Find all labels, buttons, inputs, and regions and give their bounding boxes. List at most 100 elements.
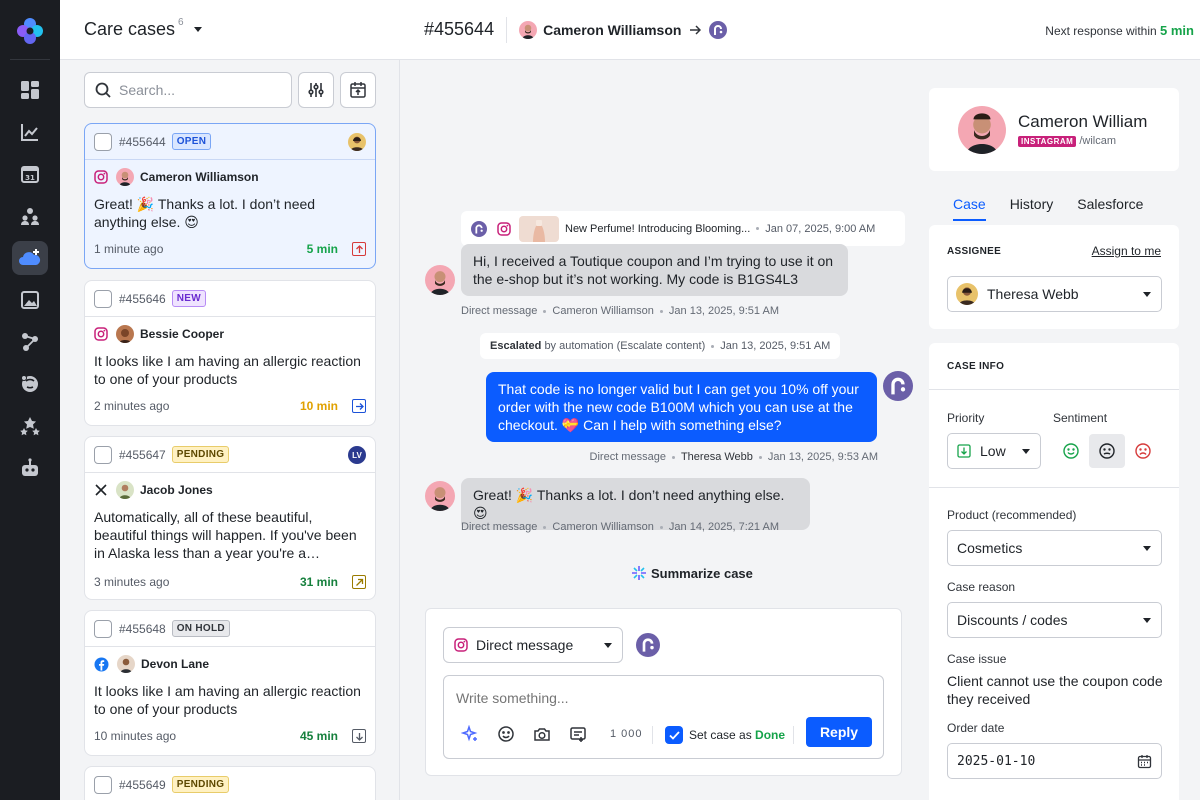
case-card[interactable]: #455644 OPEN Cameron Williamson Great! 🎉… <box>84 123 376 269</box>
app-logo-icon[interactable] <box>16 17 44 45</box>
customer-avatar <box>425 481 455 511</box>
case-id: #455646 <box>119 291 166 306</box>
case-age: 10 minutes ago <box>94 729 177 743</box>
bots-icon[interactable] <box>12 451 48 485</box>
saved-replies-icon[interactable] <box>568 724 588 744</box>
case-card[interactable]: #455648 ON HOLD Devon Lane It looks like… <box>84 610 376 756</box>
channel-select[interactable]: Direct message <box>443 627 623 663</box>
escalation-notice: Escalated by automation (Escalate conten… <box>480 333 841 359</box>
sla-timer: 45 min <box>299 729 338 743</box>
workflows-icon[interactable] <box>12 325 48 359</box>
calendar-icon[interactable] <box>1137 754 1152 769</box>
message-meta: Direct message Theresa Webb Jan 13, 2025, … <box>590 451 878 463</box>
reviews-icon[interactable] <box>12 409 48 443</box>
customer-name: Jacob Jones <box>140 483 213 497</box>
chevron-down-icon[interactable] <box>193 27 202 32</box>
cases-list-panel: Care cases 6 #455644 OPEN Camero <box>60 0 400 800</box>
case-id: #455649 <box>119 777 166 792</box>
case-info-section: CASE INFO Priority Sentiment Low Product… <box>929 343 1179 800</box>
audience-icon[interactable] <box>12 199 48 233</box>
summarize-case-button[interactable]: Summarize case <box>631 565 753 581</box>
cases-list-header: Care cases 6 <box>60 0 400 60</box>
post-reference[interactable]: New Perfume! Introducing Blooming... Jan… <box>461 211 905 246</box>
message-time: Jan 13, 2025, 9:51 AM <box>668 305 779 317</box>
assignee-select[interactable]: Theresa Webb <box>947 276 1162 312</box>
case-age: 2 minutes ago <box>94 399 170 413</box>
media-library-icon[interactable] <box>12 283 48 317</box>
cases-list-title[interactable]: Care cases <box>84 19 175 40</box>
date-sort-button[interactable] <box>340 72 376 108</box>
separator-dot <box>659 309 663 313</box>
separator-dot <box>756 227 760 230</box>
product-select[interactable]: Cosmetics <box>947 530 1162 566</box>
camera-icon[interactable] <box>532 724 552 744</box>
listening-icon[interactable] <box>12 367 48 401</box>
dashboard-icon[interactable] <box>12 73 48 107</box>
message-time: Jan 14, 2025, 7:21 AM <box>668 521 779 533</box>
case-id: #455644 <box>119 134 166 149</box>
search-input[interactable] <box>119 82 279 98</box>
status-badge: PENDING <box>171 446 230 463</box>
case-age: 3 minutes ago <box>94 575 170 589</box>
sentiment-negative-icon[interactable] <box>1125 434 1161 468</box>
case-card[interactable]: #455646 NEW Bessie Cooper It looks like … <box>84 280 376 426</box>
set-done-checkbox[interactable] <box>665 726 683 744</box>
calendar-icon[interactable]: 31 <box>12 157 48 191</box>
case-checkbox[interactable] <box>94 619 112 638</box>
assign-to-me-link[interactable]: Assign to me <box>1092 244 1161 258</box>
rail-divider <box>10 59 50 60</box>
sla-timer: 5 min <box>306 242 338 256</box>
case-message: Great! 🎉 Thanks a lot. I don’t need anyt… <box>94 196 316 230</box>
care-cases-icon[interactable] <box>12 241 48 275</box>
channel-select-value: Direct message <box>476 637 574 653</box>
search-box[interactable] <box>84 72 292 108</box>
message-author: Cameron Williamson <box>552 305 654 317</box>
priority-select[interactable]: Low <box>947 433 1041 469</box>
toolbar-divider <box>652 726 653 744</box>
tab-case[interactable]: Case <box>953 196 986 221</box>
reply-button[interactable]: Reply <box>806 717 872 747</box>
case-card[interactable]: #455647 PENDING LV Jacob Jones Automatic… <box>84 436 376 600</box>
filter-button[interactable] <box>298 72 334 108</box>
customer-message: Hi, I received a Toutique coupon and I’m… <box>461 244 848 296</box>
case-checkbox[interactable] <box>94 445 112 464</box>
case-message: It looks like I am having an allergic re… <box>94 683 361 717</box>
tab-history[interactable]: History <box>1010 196 1054 221</box>
assignee-initials-avatar: LV <box>348 446 366 464</box>
customer-name: Cameron Williamson <box>140 170 259 184</box>
case-issue-value: Client cannot use the coupon code they r… <box>947 673 1163 707</box>
brand-avatar-icon[interactable] <box>636 633 660 657</box>
message-channel: Direct message <box>461 305 538 317</box>
customer-profile-card: Cameron William INSTAGRAM /wilcam <box>929 88 1179 171</box>
customer-avatar <box>117 655 135 673</box>
profile-name: Cameron William <box>1018 112 1148 131</box>
separator-dot <box>671 455 675 459</box>
case-checkbox[interactable] <box>94 132 112 151</box>
order-date-input[interactable]: 2025-01-10 <box>947 743 1162 779</box>
escalation-time: Jan 13, 2025, 9:51 AM <box>720 340 831 352</box>
tab-salesforce[interactable]: Salesforce <box>1077 196 1143 221</box>
case-card[interactable]: #455649 PENDING <box>84 766 376 800</box>
assignee-avatar <box>348 133 366 151</box>
sentiment-positive-icon[interactable] <box>1053 434 1089 468</box>
instagram-icon <box>94 327 108 341</box>
customer-name: Devon Lane <box>141 657 210 671</box>
message-input[interactable] <box>456 690 856 706</box>
next-response-label: Next response within <box>1045 24 1157 38</box>
chevron-down-icon <box>1143 292 1151 297</box>
post-date: Jan 07, 2025, 9:00 AM <box>765 222 876 235</box>
customer-name[interactable]: Cameron Williamson <box>543 22 681 38</box>
toolbar-divider <box>793 726 794 744</box>
case-reason-select[interactable]: Discounts / codes <box>947 602 1162 638</box>
case-reason-label: Case reason <box>947 580 1016 594</box>
next-response-value: 5 min <box>1160 23 1194 38</box>
emoji-icon[interactable] <box>496 724 516 744</box>
sentiment-neutral-icon[interactable] <box>1089 434 1125 468</box>
case-checkbox[interactable] <box>94 289 112 308</box>
case-checkbox[interactable] <box>94 775 112 794</box>
ai-assist-icon[interactable] <box>460 724 480 744</box>
sla-timer: 10 min <box>299 399 338 413</box>
analytics-icon[interactable] <box>12 115 48 149</box>
escalation-detail: by automation (Escalate content) <box>544 340 706 352</box>
assignee-avatar <box>956 283 978 305</box>
